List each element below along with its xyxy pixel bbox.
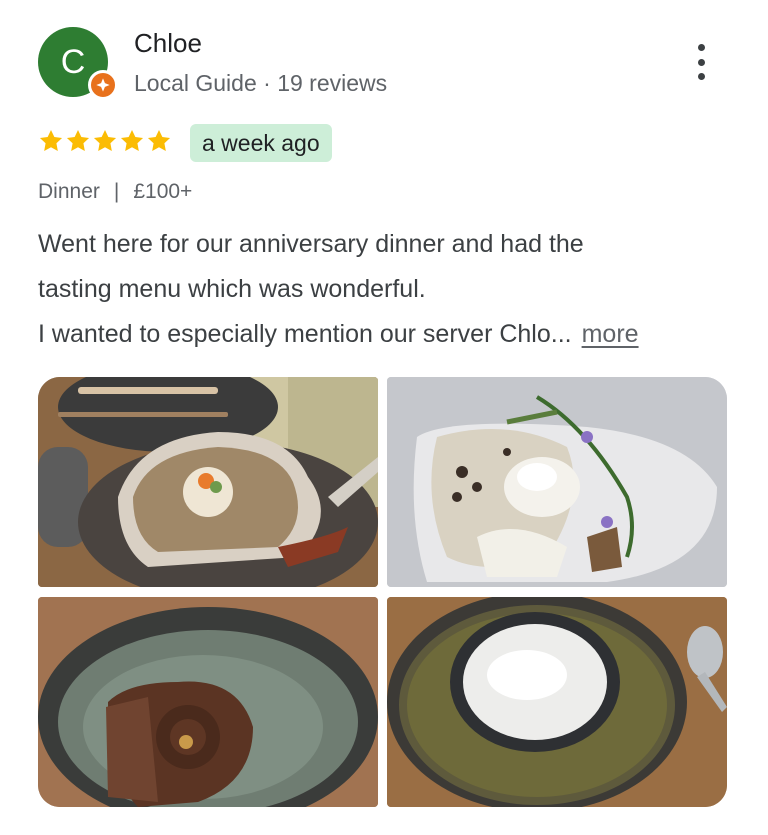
more-link[interactable]: more [582,320,639,348]
price-range: £100+ [133,180,193,203]
reviewer-name[interactable]: Chloe [134,28,202,59]
review-photo-1[interactable] [38,377,378,587]
review-photo-3[interactable] [38,597,378,807]
review-text: Went here for our anniversary dinner and… [38,222,738,357]
local-guide-star-icon [88,70,118,100]
star-icon [120,129,144,151]
star-icon [93,129,117,151]
review-date-badge: a week ago [190,124,332,162]
star-icon [147,129,171,151]
review-photo-4[interactable] [387,597,727,807]
visit-info: Dinner | £100+ [38,180,192,204]
meal-type: Dinner [38,180,100,203]
review-photo-2[interactable] [387,377,727,587]
review-line: I wanted to especially mention our serve… [38,312,738,357]
review-line: tasting menu which was wonderful. [38,275,426,303]
more-vert-icon[interactable] [690,44,712,80]
star-icon [66,129,90,151]
star-icon [39,129,63,151]
reviewer-meta: Local Guide · 19 reviews [134,70,388,96]
review-line-text: I wanted to especially mention our serve… [38,320,572,348]
review-line: Went here for our anniversary dinner and… [38,230,584,258]
star-rating [38,128,172,154]
visit-separator: | [113,180,120,203]
